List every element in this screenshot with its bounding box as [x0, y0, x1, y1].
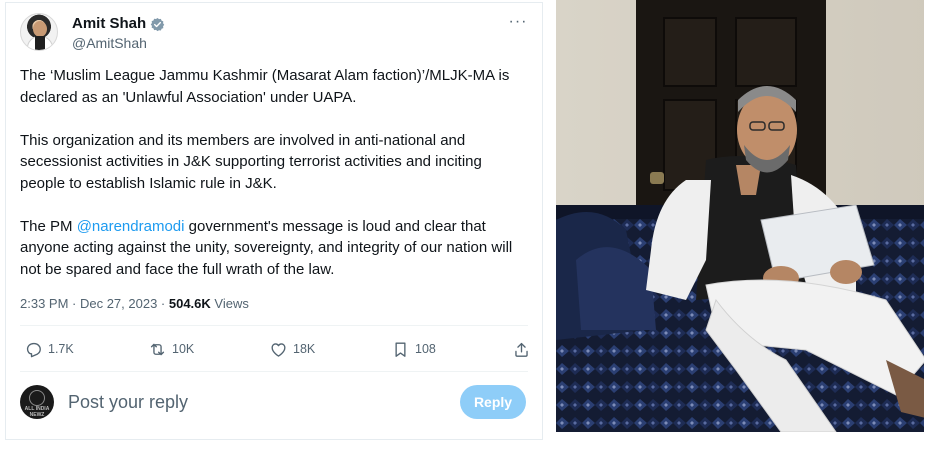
tweet-paragraph-1: The ‘Muslim League Jammu Kashmir (Masara… [20, 67, 510, 106]
tweet-paragraph-3: The PM @narendramodi government's messag… [20, 216, 530, 281]
tweet-paragraph-2: This organization and its members are in… [20, 131, 482, 192]
reply-composer: ALL INDIA NEWZ Post your reply Reply [20, 383, 528, 421]
views-label: Views [210, 296, 249, 311]
divider-top [20, 325, 528, 326]
tweet-header: Amit Shah @AmitShah ··· [20, 13, 528, 57]
repost-icon [150, 343, 165, 355]
reply-icon [26, 342, 41, 357]
tweet-text: The ‘Muslim League Jammu Kashmir (Masara… [20, 65, 530, 302]
photo-amit-shah [556, 0, 934, 432]
reply-input[interactable]: Post your reply [68, 391, 188, 413]
action-bar: 1.7K 10K 18K 108 [24, 337, 534, 361]
share-icon [515, 342, 528, 357]
author-display-name-row[interactable]: Amit Shah [72, 15, 165, 33]
tweet-card: Amit Shah @AmitShah ··· The ‘Muslim Leag… [5, 2, 543, 440]
reply-avatar[interactable]: ALL INDIA NEWZ [20, 385, 54, 419]
bookmark-icon [395, 341, 406, 357]
reply-button[interactable]: Reply [460, 385, 526, 419]
repost-count: 10K [172, 342, 195, 356]
heart-icon [271, 342, 286, 357]
channel-logo-text: ALL INDIA NEWZ [24, 406, 50, 418]
mention-link[interactable]: @narendramodi [77, 218, 185, 235]
paragraph-3-lead: The PM [20, 217, 77, 235]
more-options-icon[interactable]: ··· [508, 14, 528, 35]
tweet-meta: 2:33 PM · Dec 27, 2023 · 504.6K Views [20, 295, 249, 313]
tweet-timestamp[interactable]: 2:33 PM · Dec 27, 2023 · [20, 296, 169, 311]
photo-illustration [556, 0, 934, 432]
avatar-vest [35, 36, 45, 50]
verified-badge-icon [150, 17, 165, 31]
channel-logo-icon [29, 390, 45, 406]
author-display-name[interactable]: Amit Shah [72, 15, 146, 33]
author-name-block: Amit Shah @AmitShah [72, 15, 165, 52]
bookmark-action[interactable]: 108 [391, 337, 436, 361]
repost-action[interactable]: 10K [148, 337, 194, 361]
like-action[interactable]: 18K [269, 337, 315, 361]
reply-count: 1.7K [48, 342, 74, 356]
author-handle[interactable]: @AmitShah [72, 34, 165, 52]
like-count: 18K [293, 342, 316, 356]
bookmark-count: 108 [415, 342, 436, 356]
author-avatar[interactable] [20, 13, 58, 51]
share-action[interactable] [512, 337, 531, 361]
avatar-face [33, 21, 47, 37]
reply-action[interactable]: 1.7K [24, 337, 74, 361]
views-count: 504.6K [168, 296, 211, 311]
divider-bottom [20, 371, 528, 372]
